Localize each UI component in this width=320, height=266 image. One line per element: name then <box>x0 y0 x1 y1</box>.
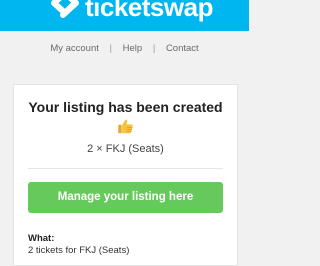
top-nav: My account | Help | Contact <box>0 43 249 54</box>
manage-listing-button[interactable]: Manage your listing here <box>28 182 223 213</box>
app-header: ticketswap <box>0 0 249 31</box>
what-value: 2 tickets for FKJ (Seats) <box>28 245 130 256</box>
nav-my-account-link[interactable]: My account <box>50 43 99 54</box>
nav-separator: | <box>152 43 156 54</box>
page-title: Your listing has been created <box>28 99 223 115</box>
nav-contact-link[interactable]: Contact <box>166 43 199 54</box>
brand-wordmark[interactable]: ticketswap <box>85 0 213 23</box>
nav-help-link[interactable]: Help <box>123 43 143 54</box>
divider <box>28 168 223 169</box>
ticketswap-logo-icon[interactable] <box>50 0 84 25</box>
thumbs-up-icon <box>118 119 133 134</box>
what-label: What: <box>28 233 55 244</box>
nav-separator: | <box>109 43 112 54</box>
listing-confirmation-card: Your listing has been created 2 × FKJ (S… <box>13 84 238 266</box>
ticket-quantity-summary: 2 × FKJ (Seats) <box>87 143 164 155</box>
